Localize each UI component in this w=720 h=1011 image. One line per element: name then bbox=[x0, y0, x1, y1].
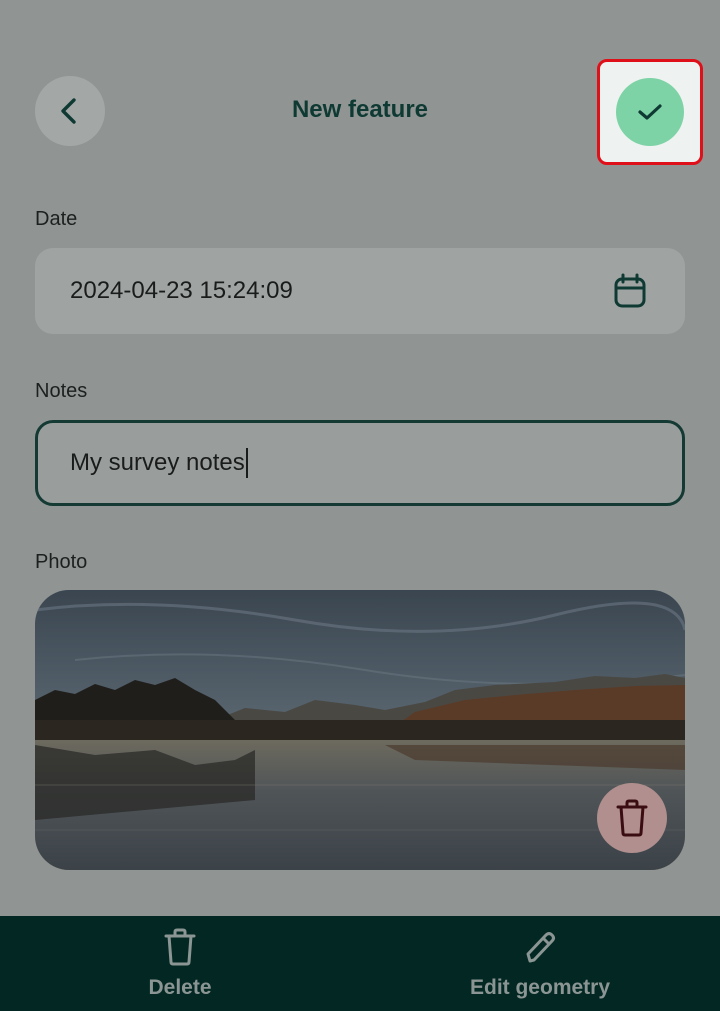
delete-label: Delete bbox=[148, 976, 212, 999]
calendar-icon[interactable] bbox=[613, 273, 647, 309]
date-field[interactable]: 2024-04-23 15:24:09 bbox=[35, 248, 685, 334]
notes-input[interactable]: My survey notes bbox=[35, 420, 685, 506]
notes-value: My survey notes bbox=[70, 449, 245, 476]
edit-geometry-label: Edit geometry bbox=[469, 976, 611, 999]
photo-preview[interactable] bbox=[35, 590, 685, 870]
trash-icon bbox=[164, 928, 196, 966]
bottom-action-bar: Delete Edit geometry bbox=[0, 916, 720, 1011]
confirm-button[interactable] bbox=[616, 78, 684, 146]
date-label: Date bbox=[35, 208, 78, 230]
delete-button[interactable]: Delete bbox=[30, 916, 330, 1011]
lake-landscape-image bbox=[35, 590, 685, 870]
photo-label: Photo bbox=[35, 551, 88, 573]
notes-label: Notes bbox=[35, 380, 88, 402]
check-icon bbox=[638, 104, 662, 120]
pencil-icon bbox=[526, 932, 555, 963]
text-cursor bbox=[245, 448, 248, 478]
date-value: 2024-04-23 15:24:09 bbox=[70, 277, 293, 304]
confirm-highlight bbox=[597, 59, 703, 165]
trash-icon bbox=[616, 799, 648, 837]
edit-geometry-button[interactable]: Edit geometry bbox=[390, 916, 690, 1011]
photo-delete-button[interactable] bbox=[597, 783, 667, 853]
